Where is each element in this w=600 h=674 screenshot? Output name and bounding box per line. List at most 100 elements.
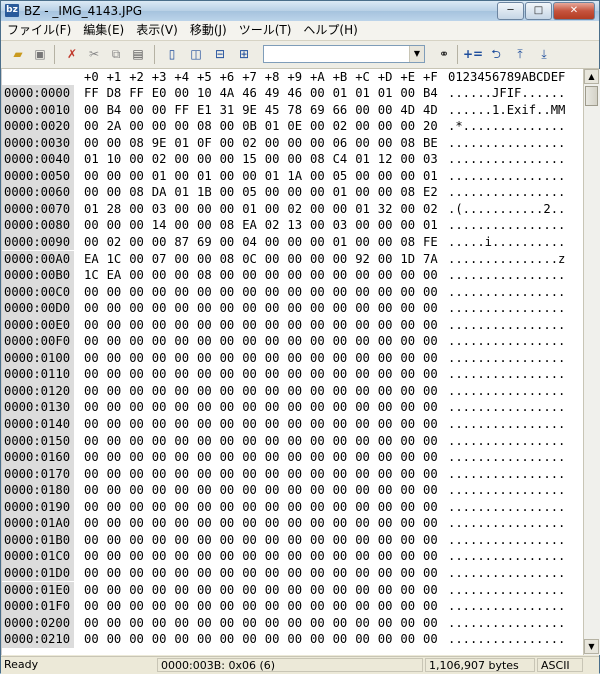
hex-byte[interactable]: 00 (333, 317, 348, 334)
hex-byte[interactable]: 00 (152, 466, 167, 483)
copy-icon[interactable]: ⧉ (107, 45, 125, 63)
hex-byte[interactable]: 49 (265, 85, 280, 102)
hex-byte[interactable]: 00 (423, 317, 438, 334)
hex-byte[interactable]: 00 (174, 168, 189, 185)
download-icon[interactable]: ⤓ (535, 45, 553, 63)
hex-byte[interactable]: 08 (310, 151, 325, 168)
hex-byte[interactable]: 00 (378, 135, 393, 152)
hex-byte[interactable]: 00 (265, 499, 280, 516)
ascii-text[interactable]: ................ (448, 366, 565, 383)
hex-byte[interactable]: 00 (378, 433, 393, 450)
hex-byte[interactable]: 00 (423, 350, 438, 367)
hex-byte[interactable]: 00 (242, 383, 257, 400)
hex-byte[interactable]: 01 (355, 85, 370, 102)
hex-byte[interactable]: 02 (287, 201, 302, 218)
hex-byte[interactable]: 00 (242, 615, 257, 632)
hex-row[interactable]: 0000:00A0 EA 1C 00 07 00 00 08 0C 00 00 00 00 92 00 1D 7… (2, 250, 584, 268)
hex-byte[interactable]: 00 (174, 317, 189, 334)
hex-byte[interactable]: 00 (287, 317, 302, 334)
hex-byte[interactable]: 03 (152, 201, 167, 218)
hex-byte[interactable]: 00 (84, 565, 99, 582)
hex-byte[interactable]: 0E (287, 118, 302, 135)
hex-view[interactable]: +0 +1 +2 +3 +4 +5 +6 +7 +8 +9 +A +B +C +D +E +F 01234567… (1, 69, 584, 655)
hex-byte[interactable]: 00 (265, 317, 280, 334)
hex-byte[interactable]: 00 (333, 350, 348, 367)
hex-byte[interactable]: 00 (107, 217, 122, 234)
hex-byte[interactable]: 00 (310, 499, 325, 516)
hex-byte[interactable]: 00 (242, 466, 257, 483)
hex-byte[interactable]: 00 (84, 118, 99, 135)
hex-byte[interactable]: 00 (333, 499, 348, 516)
hex-byte[interactable]: 00 (152, 350, 167, 367)
hex-byte[interactable]: 00 (333, 615, 348, 632)
ascii-text[interactable]: ................ (448, 184, 565, 201)
hex-byte[interactable]: 00 (152, 598, 167, 615)
hex-byte[interactable]: 00 (355, 631, 370, 648)
hex-byte[interactable]: 00 (107, 333, 122, 350)
hex-byte[interactable]: 00 (107, 433, 122, 450)
hex-byte[interactable]: 08 (400, 184, 415, 201)
hex-byte[interactable]: 00 (174, 615, 189, 632)
hex-byte[interactable]: 00 (355, 300, 370, 317)
hex-byte[interactable]: 00 (423, 515, 438, 532)
hex-byte[interactable]: 00 (287, 631, 302, 648)
hex-byte[interactable]: 00 (220, 284, 235, 301)
hex-byte[interactable]: 00 (310, 201, 325, 218)
hex-byte[interactable]: 00 (242, 532, 257, 549)
ascii-text[interactable]: ................ (448, 515, 565, 532)
hex-byte[interactable]: 00 (310, 118, 325, 135)
hex-byte[interactable]: 00 (287, 515, 302, 532)
hex-byte[interactable]: 00 (355, 217, 370, 234)
hex-byte[interactable]: 00 (400, 499, 415, 516)
hex-byte[interactable]: 00 (197, 449, 212, 466)
hex-byte[interactable]: 00 (378, 317, 393, 334)
hex-row[interactable]: 0000:0150 00 00 00 00 00 00 00 00 00 00 00 00 00 00 00 0… (2, 432, 584, 450)
hex-byte[interactable]: 00 (152, 449, 167, 466)
hex-byte[interactable]: 00 (220, 333, 235, 350)
hex-byte[interactable]: 00 (423, 499, 438, 516)
hex-byte[interactable]: 00 (107, 515, 122, 532)
hex-byte[interactable]: 00 (355, 383, 370, 400)
open-folder-icon[interactable]: ▰ (9, 45, 27, 63)
ascii-text[interactable]: ................ (448, 433, 565, 450)
hex-byte[interactable]: 00 (423, 631, 438, 648)
ascii-text[interactable]: ................ (448, 631, 565, 648)
hex-byte[interactable]: 00 (423, 532, 438, 549)
hex-byte[interactable]: 00 (265, 234, 280, 251)
hex-byte[interactable]: 00 (400, 85, 415, 102)
hex-byte[interactable]: 00 (287, 582, 302, 599)
hex-byte[interactable]: 00 (107, 499, 122, 516)
hex-byte[interactable]: 00 (84, 582, 99, 599)
hex-byte[interactable]: 00 (242, 300, 257, 317)
ascii-text[interactable]: ...............z (448, 251, 565, 268)
hex-byte[interactable]: 00 (355, 532, 370, 549)
hex-byte[interactable]: 00 (84, 466, 99, 483)
hex-byte[interactable]: 00 (84, 615, 99, 632)
hex-byte[interactable]: 00 (400, 300, 415, 317)
hex-byte[interactable]: 00 (152, 499, 167, 516)
hex-byte[interactable]: 00 (378, 399, 393, 416)
hex-byte[interactable]: 00 (174, 466, 189, 483)
hex-byte[interactable]: 01 (423, 168, 438, 185)
hex-row[interactable]: 0000:00F0 00 00 00 00 00 00 00 00 00 00 00 00 00 00 00 0… (2, 333, 584, 350)
hex-byte[interactable]: 00 (197, 499, 212, 516)
hex-byte[interactable]: 00 (423, 466, 438, 483)
hex-byte[interactable]: 00 (174, 548, 189, 565)
hex-byte[interactable]: 00 (152, 548, 167, 565)
hex-byte[interactable]: 00 (152, 366, 167, 383)
hex-byte[interactable]: 00 (378, 615, 393, 632)
hex-byte[interactable]: 00 (107, 366, 122, 383)
ascii-text[interactable]: ................ (448, 383, 565, 400)
save-icon[interactable]: ▣ (31, 45, 49, 63)
scroll-up-button[interactable]: ▲ (584, 69, 599, 84)
hex-row[interactable]: 0000:01E0 00 00 00 00 00 00 00 00 00 00 00 00 00 00 00 0… (2, 581, 584, 599)
hex-byte[interactable]: 00 (174, 350, 189, 367)
hex-byte[interactable]: 00 (400, 284, 415, 301)
hex-byte[interactable]: 00 (400, 366, 415, 383)
hex-byte[interactable]: 00 (423, 284, 438, 301)
hex-byte[interactable]: 00 (378, 515, 393, 532)
hex-byte[interactable]: 00 (197, 217, 212, 234)
hex-byte[interactable]: 00 (355, 317, 370, 334)
hex-byte[interactable]: 00 (107, 482, 122, 499)
hex-byte[interactable]: 00 (333, 548, 348, 565)
